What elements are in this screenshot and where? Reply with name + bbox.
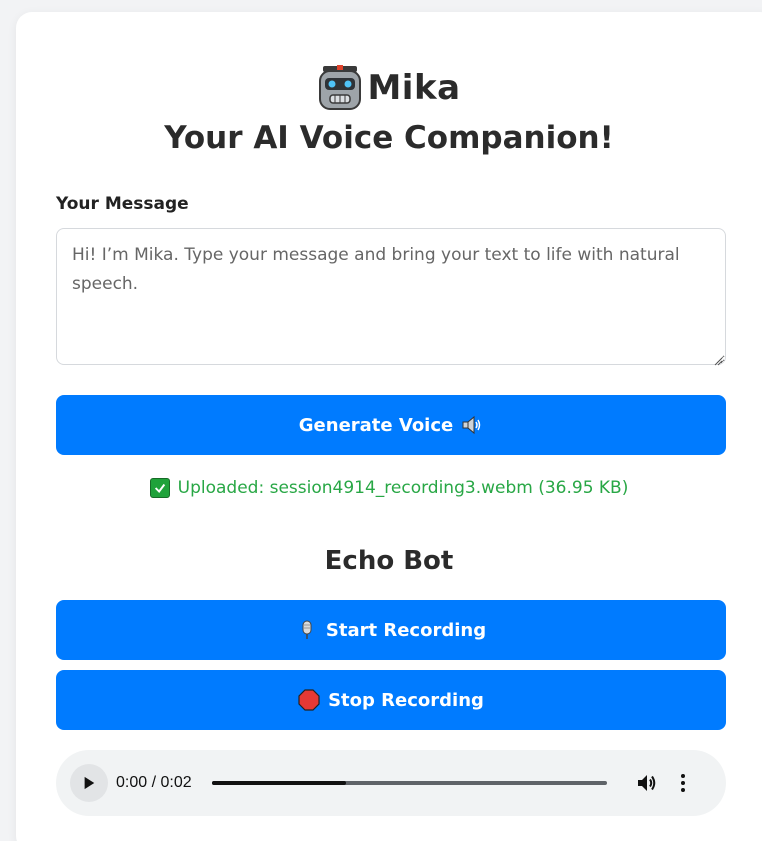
progress-fill (211, 781, 346, 785)
stop-recording-label: Stop Recording (328, 689, 484, 711)
upload-status-text: Uploaded: session4914_recording3.webm (3… (177, 478, 629, 498)
upload-status: Uploaded: session4914_recording3.webm (3… (16, 478, 762, 498)
resize-handle-icon[interactable] (713, 351, 723, 366)
stop-sign-icon (298, 689, 320, 711)
more-options-icon[interactable] (675, 771, 691, 795)
play-icon (84, 776, 95, 790)
generate-voice-button[interactable]: Generate Voice (56, 395, 726, 455)
app-header: Mika (16, 64, 762, 112)
echo-bot-title: Echo Bot (324, 546, 454, 576)
check-mark-icon (149, 478, 170, 498)
robot-face-icon (317, 64, 363, 112)
app-name: Mika (367, 68, 461, 108)
main-card: Mika Your AI Voice Companion! Your Messa… (16, 12, 762, 841)
speaker-icon (461, 414, 483, 436)
page-subtitle: Your AI Voice Companion! (164, 120, 614, 156)
stop-recording-button[interactable]: Stop Recording (56, 670, 726, 730)
audio-player: 0:00 / 0:02 (56, 750, 726, 816)
message-input[interactable] (56, 228, 726, 365)
start-recording-button[interactable]: Start Recording (56, 600, 726, 660)
start-recording-label: Start Recording (325, 619, 487, 641)
progress-slider[interactable] (211, 781, 607, 785)
microphone-icon (296, 619, 318, 641)
time-display: 0:00 / 0:02 (116, 774, 192, 791)
play-button[interactable] (70, 764, 108, 802)
message-label: Your Message (56, 194, 189, 214)
volume-icon[interactable] (635, 771, 659, 795)
generate-voice-label: Generate Voice (298, 414, 454, 436)
